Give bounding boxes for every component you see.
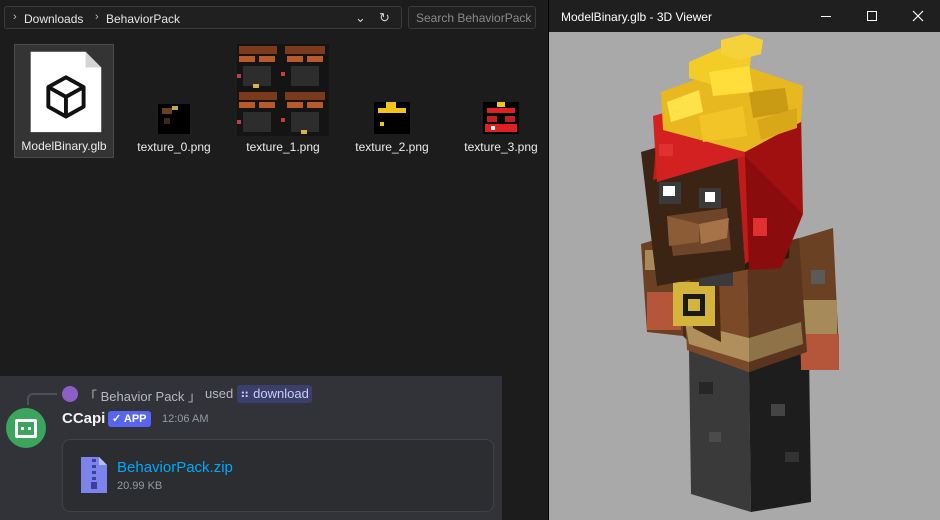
avatar[interactable] [6, 408, 46, 448]
reply-used-label: used [205, 386, 234, 401]
3d-viewer-window: ModelBinary.glb - 3D Viewer [548, 0, 940, 520]
file-item-texture-0[interactable]: texture_0.png [124, 44, 224, 158]
address-bar[interactable]: › Downloads › BehaviorPack ⌄ ↻ [4, 6, 402, 29]
file-item-modelbinary[interactable]: ModelBinary.glb [14, 44, 114, 158]
address-row: › Downloads › BehaviorPack ⌄ ↻ [0, 6, 548, 30]
reply-avatar[interactable] [62, 386, 78, 402]
file-name: texture_3.png [464, 140, 538, 154]
file-item-texture-3[interactable]: texture_3.png [451, 44, 551, 158]
app-badge-label: APP [123, 413, 147, 425]
author-name[interactable]: CCapi [62, 410, 105, 427]
command-name: download [253, 386, 309, 401]
attachment-card: BehaviorPack.zip 20.99 KB [62, 439, 494, 512]
attachment-link[interactable]: BehaviorPack.zip [117, 459, 233, 476]
command-icon: ⠶ [240, 386, 254, 401]
texture-atlas-thumbnail [237, 44, 329, 136]
check-icon: ✓ [112, 413, 124, 425]
file-item-texture-2[interactable]: texture_2.png [342, 44, 442, 158]
search-box[interactable] [408, 6, 536, 29]
minimize-icon[interactable] [803, 0, 849, 32]
texture-thumbnail [374, 102, 410, 134]
file-name: texture_1.png [246, 140, 320, 154]
texture-thumbnail [158, 104, 190, 134]
file-name: texture_0.png [137, 140, 211, 154]
slash-command-pill[interactable]: ⠶ download [237, 385, 312, 403]
reply-source[interactable]: 「 Behavior Pack 」 [84, 386, 201, 405]
window-title: ModelBinary.glb - 3D Viewer [561, 10, 712, 24]
model-legs [689, 350, 811, 512]
chevron-down-icon[interactable]: ⌄ [355, 10, 366, 26]
close-icon[interactable] [895, 0, 940, 32]
texture-thumbnail [483, 102, 519, 134]
3d-character-model[interactable] [549, 32, 940, 520]
maximize-icon[interactable] [849, 0, 895, 32]
reply-connector [27, 393, 57, 405]
breadcrumb-chevron-icon: › [95, 11, 99, 23]
file-name: texture_2.png [355, 140, 429, 154]
file-item-texture-1[interactable]: texture_1.png [233, 44, 333, 158]
viewer-titlebar[interactable]: ModelBinary.glb - 3D Viewer [549, 0, 940, 32]
screen: › Downloads › BehaviorPack ⌄ ↻ Model [0, 0, 940, 520]
file-name: ModelBinary.glb [21, 139, 107, 153]
bot-avatar-icon [15, 419, 37, 438]
zip-file-icon [81, 457, 107, 493]
timestamp: 12:06 AM [162, 413, 209, 425]
refresh-icon[interactable]: ↻ [379, 10, 390, 26]
search-input[interactable] [416, 10, 532, 26]
breadcrumb-behaviorpack[interactable]: BehaviorPack [106, 12, 180, 26]
attachment-size: 20.99 KB [117, 480, 163, 492]
breadcrumb-downloads[interactable]: Downloads [24, 12, 83, 26]
app-badge: ✓ APP [108, 411, 151, 427]
breadcrumb-chevron-icon: › [13, 11, 17, 23]
discord-message: 「 Behavior Pack 」 used ⠶ download CCapi … [0, 376, 502, 520]
3d-model-file-icon [30, 51, 102, 133]
